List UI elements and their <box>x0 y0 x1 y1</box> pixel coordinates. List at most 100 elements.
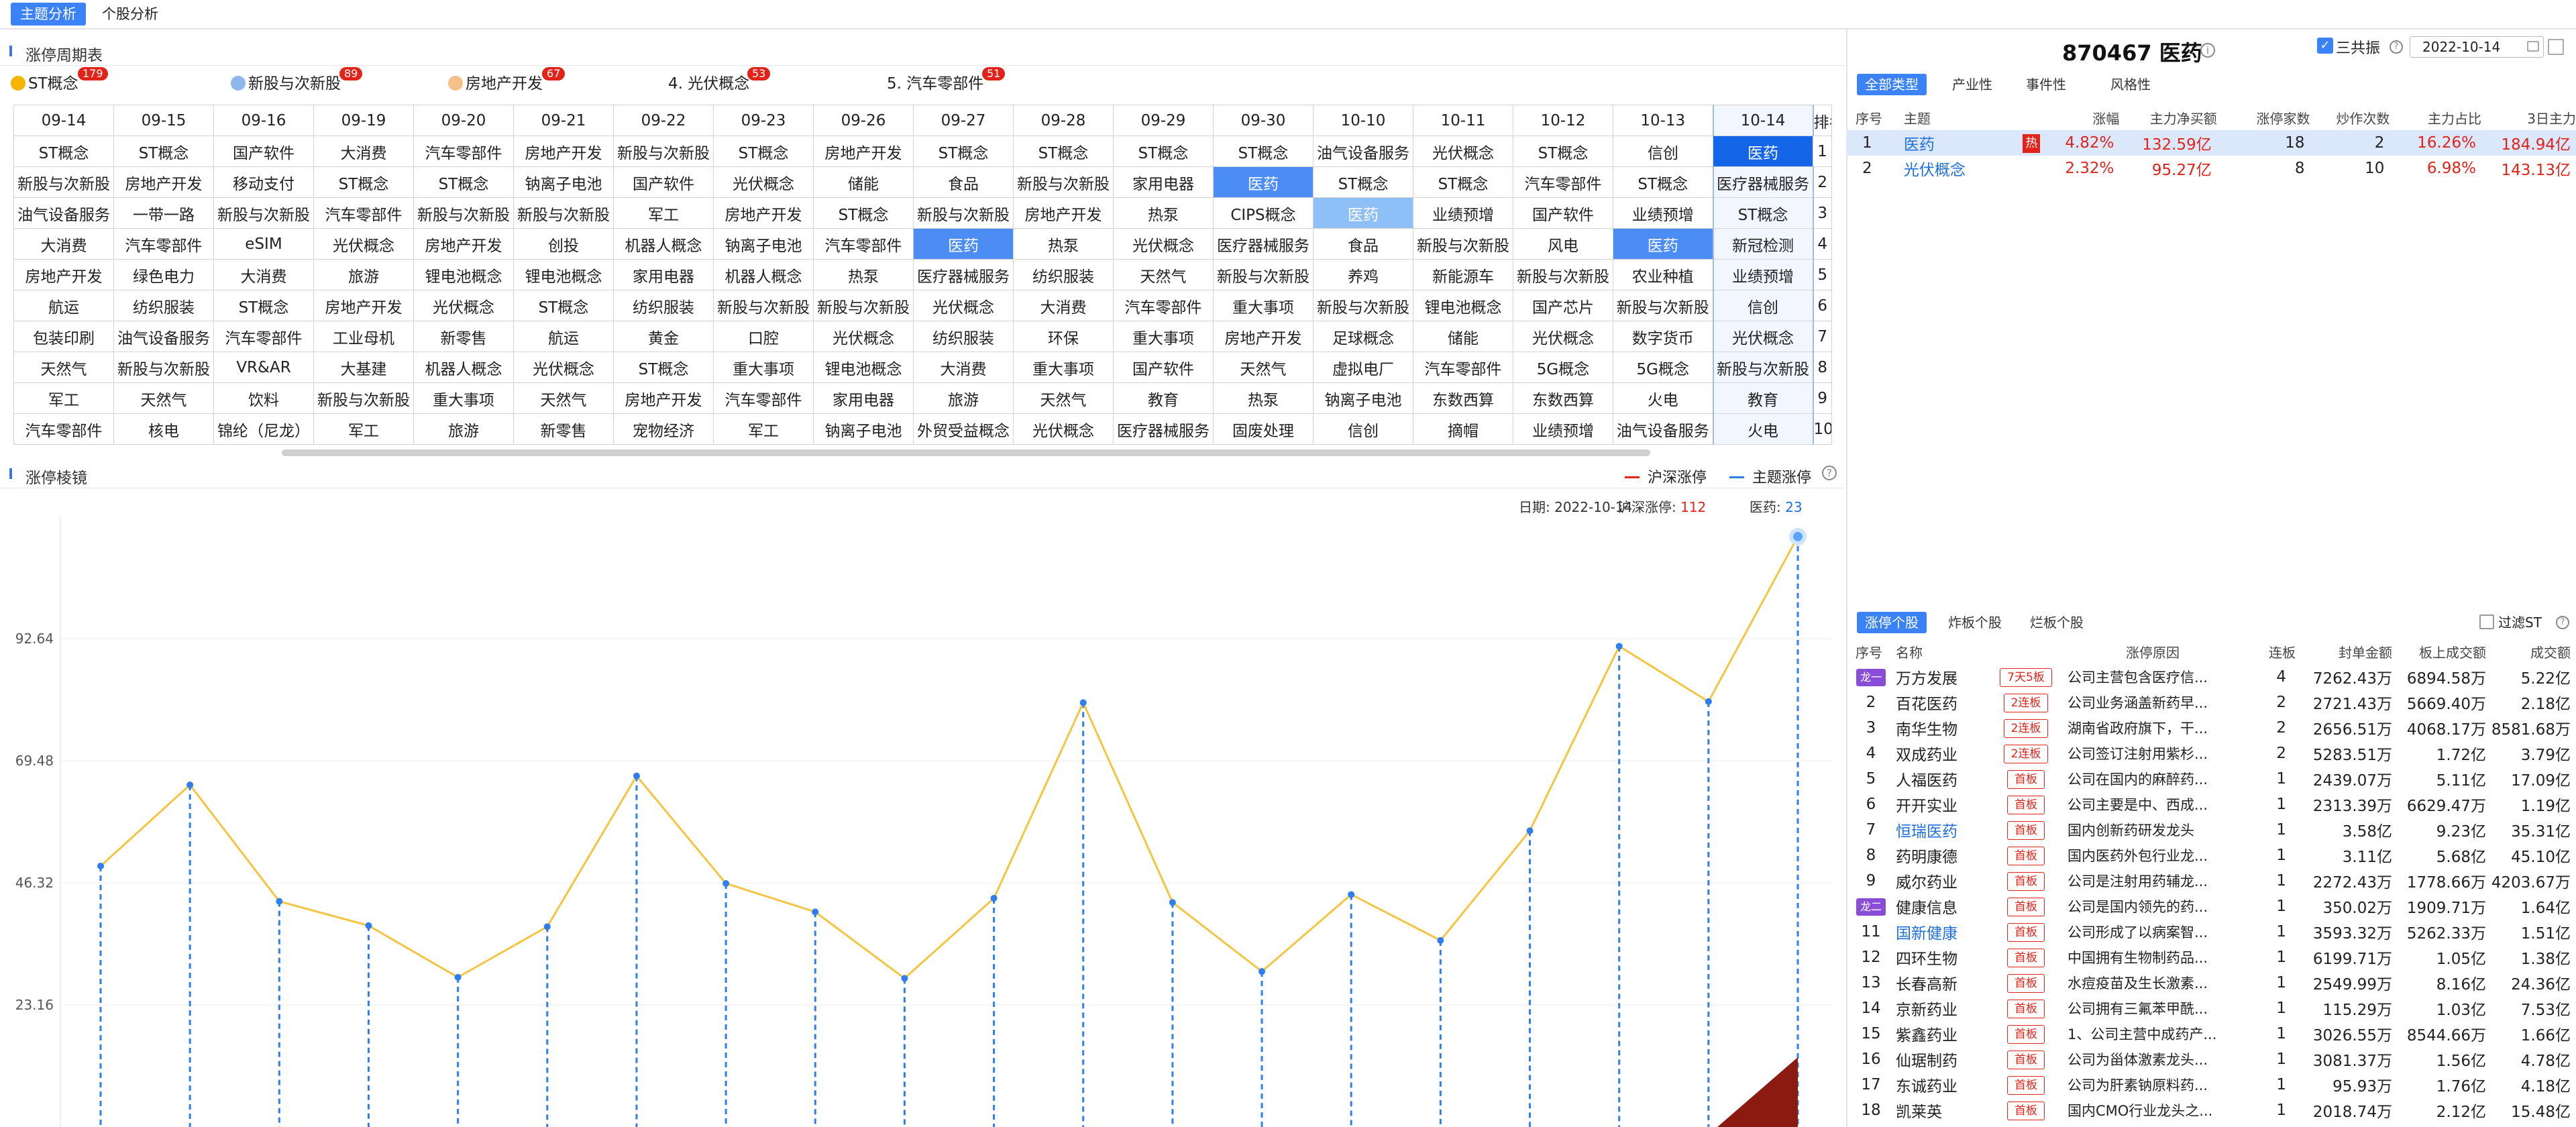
tab-rotten-board[interactable]: 烂板个股 <box>2022 612 2092 633</box>
theme-cell[interactable]: 医疗器械服务 <box>1712 166 1814 198</box>
theme-cell[interactable]: ST概念 <box>1613 166 1713 198</box>
theme-cell[interactable]: 旅游 <box>313 259 414 290</box>
date-header[interactable]: 09-21 <box>513 105 614 136</box>
help-icon[interactable]: ? <box>2556 616 2569 629</box>
theme-cell[interactable]: 纺织服装 <box>613 290 714 321</box>
theme-cell[interactable]: ST概念 <box>1013 136 1114 167</box>
theme-cell[interactable]: 钠离子电池 <box>1313 382 1413 414</box>
stock-row[interactable]: 14 京新药业 首板 公司拥有三氟苯甲酰... 1 115.29万 1.03亿 7.53亿 <box>1846 996 2576 1021</box>
theme-cell[interactable]: 天然气 <box>1013 382 1114 414</box>
theme-cell[interactable]: 房地产开发 <box>113 166 214 198</box>
theme-cell[interactable]: 医药 <box>913 228 1014 260</box>
theme-cell[interactable]: 房地产开发 <box>813 136 914 167</box>
theme-cell[interactable]: 机器人概念 <box>713 259 814 290</box>
theme-cell[interactable]: 固废处理 <box>1213 413 1313 445</box>
stock-row[interactable]: 12 四环生物 首板 中国拥有生物制药品... 1 6199.71万 1.05亿 1.38亿 <box>1846 945 2576 970</box>
theme-cell[interactable]: 大消费 <box>1013 290 1114 321</box>
theme-cell[interactable]: 重大事项 <box>413 382 514 414</box>
theme-cell[interactable]: 业绩预增 <box>1413 197 1513 229</box>
theme-cell[interactable]: 虚拟电厂 <box>1313 352 1413 383</box>
theme-cell[interactable]: 新冠检测 <box>1712 228 1814 260</box>
data-point[interactable] <box>1705 698 1712 705</box>
theme-cell[interactable]: 农业种植 <box>1613 259 1713 290</box>
help-icon[interactable]: ? <box>2390 40 2403 54</box>
theme-cell[interactable]: 环保 <box>1013 321 1114 352</box>
data-point[interactable] <box>1789 527 1807 545</box>
theme-cell[interactable]: 房地产开发 <box>613 382 714 414</box>
data-point[interactable] <box>365 922 372 929</box>
date-header[interactable]: 09-15 <box>113 105 214 136</box>
date-header[interactable]: 10-11 <box>1413 105 1513 136</box>
tab-broken-board[interactable]: 炸板个股 <box>1940 612 2010 633</box>
theme-cell[interactable]: ST概念 <box>513 290 614 321</box>
theme-cell[interactable]: 足球概念 <box>1313 321 1413 352</box>
theme-cell[interactable]: 新股与次新股 <box>113 352 214 383</box>
theme-cell[interactable]: 国产软件 <box>213 136 314 167</box>
theme-cell[interactable]: 5G概念 <box>1513 352 1613 383</box>
theme-cell[interactable]: 家用电器 <box>613 259 714 290</box>
theme-cell[interactable]: 国产软件 <box>1513 197 1613 229</box>
theme-cell[interactable]: ST概念 <box>1413 166 1513 198</box>
theme-cell[interactable]: 汽车零部件 <box>713 382 814 414</box>
stock-row[interactable]: 11 国新健康 首板 公司形成了以病案智... 1 3593.32万 5262.33万 1.5… <box>1846 919 2576 945</box>
stock-row[interactable]: 8 药明康德 首板 国内医药外包行业龙... 1 3.11亿 5.68亿 45.10亿 <box>1846 843 2576 868</box>
data-point[interactable] <box>1348 891 1355 898</box>
date-header[interactable]: 09-27 <box>913 105 1014 136</box>
date-header[interactable]: 09-19 <box>313 105 414 136</box>
theme-cell[interactable]: 汽车零部件 <box>1513 166 1613 198</box>
theme-cell[interactable]: 旅游 <box>913 382 1014 414</box>
theme-row[interactable]: 2 光伏概念 2.32% 95.27亿 8 10 6.98% 143.13亿 <box>1846 156 2576 181</box>
theme-cell[interactable]: 业绩预增 <box>1712 259 1814 290</box>
theme-cell[interactable]: 房地产开发 <box>713 197 814 229</box>
theme-cell[interactable]: 光伏概念 <box>1513 321 1613 352</box>
tab-limit-up-stocks[interactable]: 涨停个股 <box>1857 612 1927 633</box>
theme-cell[interactable]: 光伏概念 <box>1712 321 1814 352</box>
theme-cell[interactable]: 光伏概念 <box>713 166 814 198</box>
theme-cell[interactable]: 房地产开发 <box>313 290 414 321</box>
theme-cell[interactable]: 大消费 <box>213 259 314 290</box>
theme-cell[interactable]: 重大事项 <box>1013 352 1114 383</box>
theme-cell[interactable]: ST概念 <box>613 352 714 383</box>
theme-cell[interactable]: CIPS概念 <box>1213 197 1313 229</box>
theme-cell[interactable]: ST概念 <box>1213 136 1313 167</box>
theme-cell[interactable]: 锂电池概念 <box>513 259 614 290</box>
theme-cell[interactable]: 核电 <box>113 413 214 445</box>
stock-row[interactable]: 15 紫鑫药业 首板 1、公司主营中成药产... 1 3026.55万 8544.66万 1.… <box>1846 1021 2576 1046</box>
theme-cell[interactable]: 大消费 <box>913 352 1014 383</box>
theme-cell[interactable]: 医药 <box>1713 136 1813 167</box>
theme-cell[interactable]: 外贸受益概念 <box>913 413 1014 445</box>
theme-cell[interactable]: 新股与次新股 <box>313 382 414 414</box>
theme-cell[interactable]: 家用电器 <box>1113 166 1214 198</box>
data-point[interactable] <box>186 781 194 788</box>
data-point[interactable] <box>901 975 908 982</box>
theme-cell[interactable]: 航运 <box>13 290 114 321</box>
theme-cell[interactable]: 房地产开发 <box>513 136 614 167</box>
data-point[interactable] <box>990 894 998 902</box>
theme-cell[interactable]: 锂电池概念 <box>1413 290 1513 321</box>
data-point[interactable] <box>454 973 462 981</box>
theme-cell[interactable]: 风电 <box>1513 228 1613 260</box>
theme-cell[interactable]: 家用电器 <box>813 382 914 414</box>
theme-cell[interactable]: 新股与次新股 <box>1513 259 1613 290</box>
theme-cell[interactable]: 摘帽 <box>1413 413 1513 445</box>
theme-cell[interactable]: 大基建 <box>313 352 414 383</box>
data-point[interactable] <box>633 772 640 780</box>
date-header[interactable]: 09-22 <box>613 105 714 136</box>
theme-cell[interactable]: 天然气 <box>113 382 214 414</box>
theme-cell[interactable]: 火电 <box>1712 413 1814 445</box>
tab-all-types[interactable]: 全部类型 <box>1857 74 1927 95</box>
theme-cell[interactable]: 汽车零部件 <box>213 321 314 352</box>
date-header[interactable]: 09-14 <box>13 105 114 136</box>
stock-row[interactable]: 16 仙琚制药 首板 公司为甾体激素龙头... 1 3081.37万 1.56亿 4.78亿 <box>1846 1046 2576 1072</box>
stock-row[interactable]: 龙二 健康信息 首板 公司是国内领先的药... 1 350.02万 1909.71万 1.64… <box>1846 894 2576 919</box>
theme-cell[interactable]: ST概念 <box>1513 136 1613 167</box>
date-header[interactable]: 09-28 <box>1013 105 1114 136</box>
theme-cell[interactable]: 医疗器械服务 <box>1113 413 1214 445</box>
theme-cell[interactable]: 光伏概念 <box>513 352 614 383</box>
theme-cell[interactable]: 锂电池概念 <box>413 259 514 290</box>
theme-cell[interactable]: 军工 <box>13 382 114 414</box>
data-point[interactable] <box>97 863 104 870</box>
theme-cell[interactable]: 储能 <box>813 166 914 198</box>
theme-cell[interactable]: 国产软件 <box>613 166 714 198</box>
theme-cell[interactable]: 新股与次新股 <box>513 197 614 229</box>
